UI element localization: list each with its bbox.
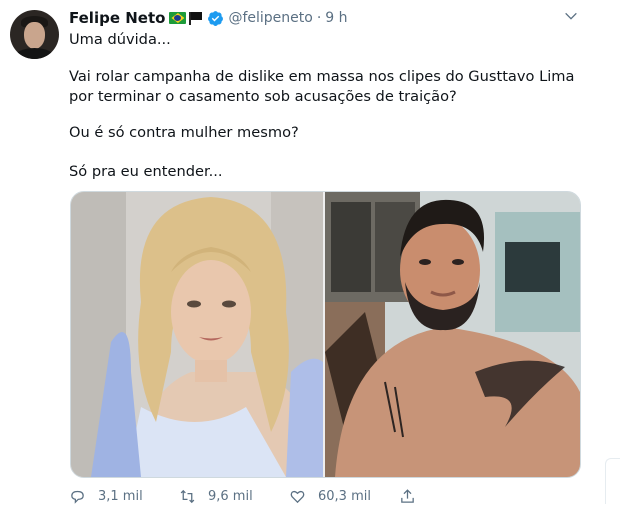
verified-badge-icon — [208, 10, 224, 26]
author-handle[interactable]: @felipeneto — [228, 10, 312, 26]
photo-right-image — [325, 192, 580, 477]
photo-left-image — [71, 192, 323, 477]
retweet-count: 9,6 mil — [208, 489, 253, 504]
like-count: 60,3 mil — [318, 489, 371, 504]
tweet-actions: 3,1 mil 9,6 mil 60,3 mil — [69, 488, 509, 505]
tweet[interactable]: Felipe Neto @felipeneto · 9 h Uma dúvida… — [0, 0, 620, 505]
photo-right[interactable] — [325, 192, 580, 477]
reply-button[interactable]: 3,1 mil — [69, 488, 179, 505]
black-flag-icon — [188, 11, 204, 25]
scroll-widget[interactable] — [605, 458, 620, 504]
tweet-paragraph: Ou é só contra mulher mesmo? — [69, 124, 299, 141]
like-button[interactable]: 60,3 mil — [289, 488, 399, 505]
author-name[interactable]: Felipe Neto — [69, 9, 165, 27]
separator-dot: · — [316, 10, 322, 26]
share-button[interactable] — [399, 488, 509, 505]
brazil-flag-icon — [169, 12, 187, 24]
photo-left[interactable] — [71, 192, 323, 477]
tweet-time[interactable]: 9 h — [325, 10, 347, 26]
reply-count: 3,1 mil — [98, 489, 143, 504]
tweet-header: Felipe Neto @felipeneto · 9 h — [69, 8, 348, 28]
tweet-media — [70, 191, 581, 478]
avatar-shirt — [14, 48, 55, 59]
avatar[interactable] — [10, 10, 59, 59]
chevron-down-icon[interactable] — [563, 8, 579, 24]
retweet-icon — [180, 489, 195, 504]
tweet-paragraph: Uma dúvida... — [69, 31, 171, 48]
reply-icon — [71, 490, 84, 504]
share-icon — [401, 489, 414, 503]
heart-icon — [290, 490, 305, 504]
retweet-button[interactable]: 9,6 mil — [179, 488, 289, 505]
tweet-paragraph: Vai rolar campanha de dislike em massa n… — [69, 68, 575, 105]
avatar-face — [24, 22, 45, 49]
tweet-paragraph: Só pra eu entender... — [69, 163, 223, 180]
